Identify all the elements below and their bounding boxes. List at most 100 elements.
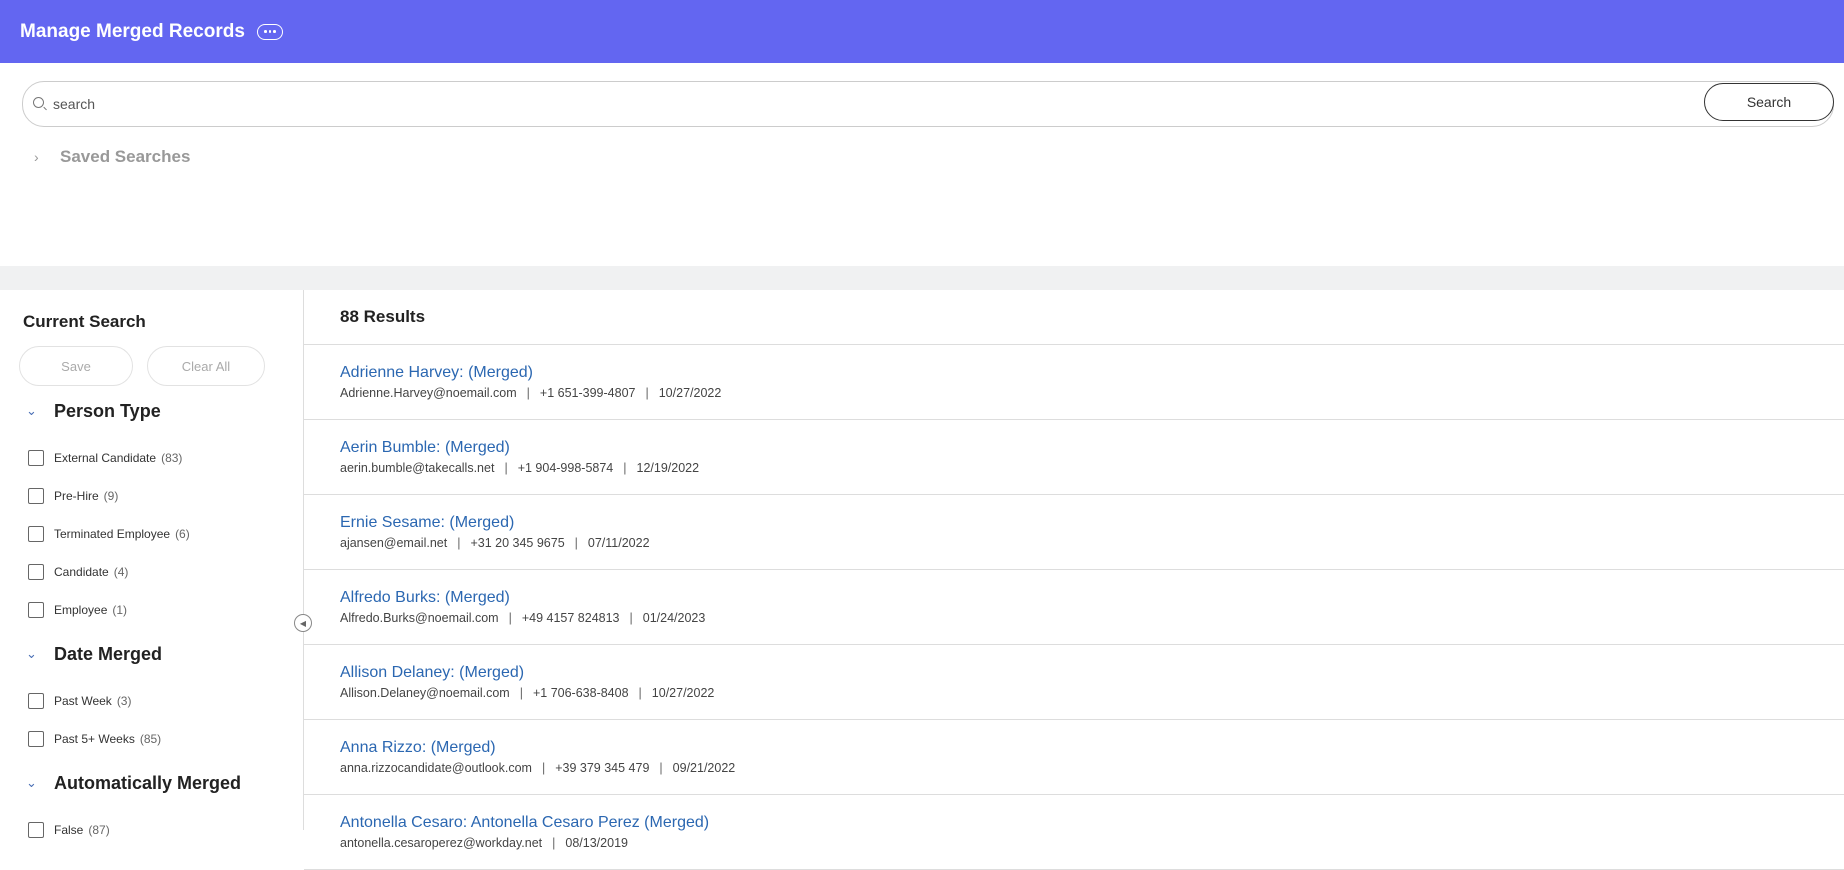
facet-option-label: False: [54, 823, 84, 837]
sidebar-title: Current Search: [23, 312, 146, 331]
facet-option-count: (1): [112, 603, 128, 617]
facet-option-label: Candidate: [54, 565, 109, 579]
facet-option[interactable]: False (87): [0, 811, 303, 849]
checkbox[interactable]: [28, 450, 44, 466]
list-item: Ernie Sesame: (Merged) ajansen@email.net…: [304, 495, 1844, 570]
list-item: Anna Rizzo: (Merged) anna.rizzocandidate…: [304, 720, 1844, 795]
result-email: Adrienne.Harvey@noemail.com: [340, 386, 517, 400]
result-email: ajansen@email.net: [340, 536, 448, 550]
result-email: Allison.Delaney@noemail.com: [340, 686, 510, 700]
result-email: anna.rizzocandidate@outlook.com: [340, 761, 532, 775]
facet-list-person-type: External Candidate (83) Pre-Hire (9) Termi…: [0, 425, 303, 629]
chevron-down-icon: ⌄: [26, 403, 37, 418]
checkbox[interactable]: [28, 602, 44, 618]
result-phone: +1 651-399-4807: [539, 386, 636, 400]
chevron-right-icon: ›: [34, 149, 39, 165]
search-input[interactable]: [51, 88, 1833, 120]
save-button[interactable]: Save: [19, 346, 133, 386]
result-meta: Allison.Delaney@noemail.com | +1 706-638-8…: [340, 686, 715, 700]
result-name-link[interactable]: Adrienne Harvey: (Merged): [340, 363, 1844, 383]
result-date: 10/27/2022: [658, 386, 722, 400]
facet-option-count: (85): [139, 732, 162, 746]
result-name-link[interactable]: Alfredo Burks: (Merged): [340, 588, 1844, 608]
facet-title: Date Merged: [54, 643, 163, 664]
result-meta: ajansen@email.net | +31 20 345 9675 | 07/11/…: [340, 536, 650, 550]
result-meta: Alfredo.Burks@noemail.com | +49 4157 82481…: [340, 611, 706, 625]
saved-searches-label: Saved Searches: [60, 147, 191, 166]
facet-option-count: (3): [116, 694, 132, 708]
result-phone: +1 706-638-8408: [532, 686, 629, 700]
facet-option[interactable]: External Candidate (83): [0, 439, 303, 477]
facet-option-count: (6): [175, 527, 190, 541]
checkbox[interactable]: [28, 564, 44, 580]
facet-option[interactable]: Past Week (3): [0, 682, 303, 720]
checkbox[interactable]: [28, 526, 44, 542]
result-email: aerin.bumble@takecalls.net: [340, 461, 495, 475]
list-item: Adrienne Harvey: (Merged) Adrienne.Harve…: [304, 345, 1844, 420]
facet-option-label: Past 5+ Weeks: [54, 732, 135, 746]
sidebar-actions: Save Clear All: [0, 332, 303, 386]
facet-option[interactable]: Employee (1): [0, 591, 303, 629]
filter-sidebar: Current Search Save Clear All ⌄ Person T…: [0, 290, 312, 838]
checkbox[interactable]: [28, 731, 44, 747]
facet-option[interactable]: Past 5+ Weeks (85): [0, 720, 303, 758]
main-content: Current Search Save Clear All ⌄ Person T…: [0, 290, 1844, 870]
result-meta: Adrienne.Harvey@noemail.com | +1 651-399-4…: [340, 386, 722, 400]
collapse-sidebar-icon[interactable]: ◀: [294, 614, 312, 632]
more-actions-icon[interactable]: [256, 23, 283, 40]
result-date: 01/24/2023: [642, 611, 706, 625]
result-meta: antonella.cesaroperez@workday.net | 08/13/…: [340, 836, 628, 850]
facet-option-count: (4): [113, 565, 129, 579]
results-panel: 88 Results Adrienne Harvey: (Merged) Adr…: [304, 290, 1844, 870]
result-date: 08/13/2019: [565, 836, 628, 850]
facet-option[interactable]: Pre-Hire (9): [0, 477, 303, 515]
result-date: 10/27/2022: [651, 686, 715, 700]
list-item: Allison Delaney: (Merged) Allison.Delane…: [304, 645, 1844, 720]
result-name-link[interactable]: Aerin Bumble: (Merged): [340, 438, 1844, 458]
checkbox[interactable]: [28, 822, 44, 838]
facet-title: Automatically Merged: [54, 772, 242, 793]
facet-header-automatically-merged[interactable]: ⌄ Automatically Merged: [0, 769, 303, 797]
result-name-link[interactable]: Anna Rizzo: (Merged): [340, 738, 1844, 758]
facet-option-label: Terminated Employee: [54, 527, 171, 541]
facet-option[interactable]: Candidate (4): [0, 553, 303, 591]
result-email: antonella.cesaroperez@workday.net: [340, 836, 543, 850]
checkbox[interactable]: [28, 488, 44, 504]
result-name-link[interactable]: Antonella Cesaro: Antonella Cesaro Perez…: [340, 813, 1844, 833]
checkbox[interactable]: [28, 693, 44, 709]
result-phone: +49 4157 824813: [521, 611, 620, 625]
result-name-link[interactable]: Ernie Sesame: (Merged): [340, 513, 1844, 533]
facet-option[interactable]: Terminated Employee (6): [0, 515, 303, 553]
result-name-link[interactable]: Allison Delaney: (Merged): [340, 663, 1844, 683]
saved-searches-toggle[interactable]: › Saved Searches: [34, 147, 1834, 167]
list-item: Antonella Cesaro: Antonella Cesaro Perez…: [304, 795, 1844, 870]
facet-header-person-type[interactable]: ⌄ Person Type: [0, 397, 303, 425]
facet-option-label: Employee: [54, 603, 108, 617]
facet-header-date-merged[interactable]: ⌄ Date Merged: [0, 640, 303, 668]
chevron-down-icon: ⌄: [26, 646, 37, 661]
page-title: Manage Merged Records: [20, 20, 245, 42]
result-date: 12/19/2022: [636, 461, 700, 475]
result-date: 07/11/2022: [587, 536, 650, 550]
result-phone: +31 20 345 9675: [470, 536, 565, 550]
result-meta: anna.rizzocandidate@outlook.com | +39 379 …: [340, 761, 736, 775]
section-divider: [0, 266, 1844, 290]
search-button[interactable]: Search: [1704, 83, 1834, 121]
result-phone: +1 904-998-5874: [517, 461, 614, 475]
list-item: Aerin Bumble: (Merged) aerin.bumble@take…: [304, 420, 1844, 495]
result-phone: +39 379 345 479: [555, 761, 650, 775]
search-box: Search: [22, 81, 1834, 127]
facet-list-date-merged: Past Week (3) Past 5+ Weeks (85): [0, 668, 303, 758]
facet-option-count: (87): [88, 823, 110, 837]
page-header: Manage Merged Records: [0, 0, 1844, 63]
result-meta: aerin.bumble@takecalls.net | +1 904-998-58…: [340, 461, 700, 475]
facet-option-label: External Candidate: [54, 451, 157, 465]
facet-option-label: Past Week: [54, 694, 112, 708]
clear-all-button[interactable]: Clear All: [147, 346, 265, 386]
facet-list-automatically-merged: False (87): [0, 797, 303, 849]
facet-title: Person Type: [54, 400, 161, 421]
facet-option-count: (83): [161, 451, 183, 465]
search-area: Search › Saved Searches: [0, 63, 1844, 266]
search-icon: [33, 97, 44, 108]
result-date: 09/21/2022: [672, 761, 736, 775]
